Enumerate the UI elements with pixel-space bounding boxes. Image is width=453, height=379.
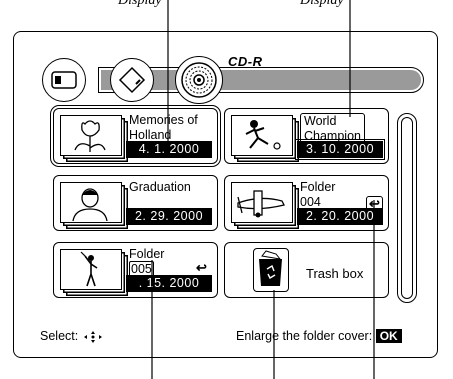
callout-lines	[151, 0, 375, 379]
